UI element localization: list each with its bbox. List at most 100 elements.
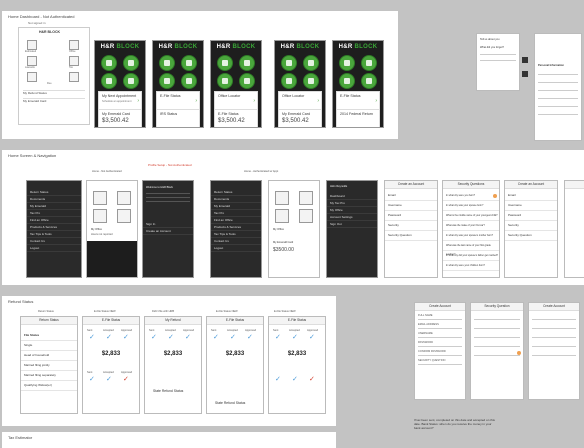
emerald-card[interactable]: My Emerald Card (273, 241, 293, 244)
account-field[interactable]: Security Question (505, 231, 557, 241)
sketch-tile[interactable] (69, 56, 79, 66)
menu-item[interactable]: Return Status (211, 189, 261, 196)
sketch-row[interactable]: My Emerald Card (23, 98, 85, 106)
dashboard-icon[interactable] (181, 73, 197, 89)
security-question[interactable]: In what city was your spouse's mother bo… (443, 231, 499, 241)
menu-item[interactable]: Products & Services (27, 224, 81, 231)
status-row[interactable]: Married filing separately (21, 371, 77, 381)
account-menu-item[interactable]: Sign Out (327, 221, 377, 228)
status-row[interactable]: Married filing jointly (21, 361, 77, 371)
menu-item[interactable]: Logout (27, 245, 81, 252)
dashboard-icon[interactable] (217, 73, 233, 89)
home-tile[interactable] (275, 191, 289, 205)
appointment-card[interactable]: My Next Appointment Schedule an appointm… (98, 91, 142, 110)
irs-card[interactable]: IRS Status (156, 109, 200, 127)
home-tile[interactable] (117, 191, 131, 205)
security-question[interactable]: What was the last name of your first gra… (443, 241, 499, 256)
office-locator-card[interactable]: Office Locator › (278, 91, 322, 110)
sketch-tile[interactable] (27, 72, 37, 82)
home-tile[interactable] (93, 209, 107, 223)
office-card[interactable]: My Office (273, 228, 284, 231)
menu-item[interactable]: Logout (211, 245, 261, 252)
account-field[interactable]: Security (505, 221, 557, 231)
efile-card[interactable]: E-File Status › (336, 91, 380, 110)
menu-item[interactable]: Tax Pro (27, 210, 81, 217)
account-field[interactable]: Username (385, 201, 437, 211)
security-question[interactable]: What was the make of your first car? (443, 221, 499, 231)
home-tile[interactable] (93, 191, 107, 205)
dashboard-icon[interactable] (303, 73, 319, 89)
dashboard-icon[interactable] (303, 55, 319, 71)
home-tile[interactable] (117, 209, 131, 223)
create-account-link[interactable]: Create an Account (143, 228, 193, 235)
sketch-tile[interactable] (27, 56, 37, 66)
dashboard-icon[interactable] (281, 73, 297, 89)
menu-item[interactable]: Tax Tips & Tools (211, 231, 261, 238)
account-field[interactable]: Email (385, 191, 437, 201)
status-row[interactable]: Single (21, 341, 77, 351)
menu-item[interactable]: Documents (27, 196, 81, 203)
status-row[interactable]: Head of household (21, 351, 77, 361)
menu-item[interactable]: Tax Pro (211, 210, 261, 217)
account-field[interactable]: Security Question (385, 231, 437, 241)
check-icon: ✓ (230, 334, 236, 341)
sketch-tile[interactable] (69, 40, 79, 50)
menu-item[interactable]: Contact Us (27, 238, 81, 245)
menu-item[interactable]: Find an Office (27, 217, 81, 224)
security-question[interactable]: In what city were you born? (443, 191, 499, 201)
dashboard-icon[interactable] (181, 55, 197, 71)
account-field[interactable]: Email (505, 191, 557, 201)
home-tile[interactable] (299, 191, 313, 205)
state-refund-status[interactable]: State Refund Status (153, 389, 183, 393)
state-refund-status[interactable]: State Refund Status (215, 401, 245, 405)
security-question[interactable]: What is the middle name of your youngest… (443, 211, 499, 221)
dashboard-icon[interactable] (123, 73, 139, 89)
dashboard-icon[interactable] (239, 55, 255, 71)
account-field[interactable]: Password (385, 211, 437, 221)
dashboard-icon[interactable] (361, 55, 377, 71)
account-menu-item[interactable]: Account Settings (327, 214, 377, 221)
account-field[interactable]: Password (505, 211, 557, 221)
dashboard-icon[interactable] (239, 73, 255, 89)
menu-item[interactable]: Products & Services (211, 224, 261, 231)
menu-item[interactable]: My Emerald (27, 203, 81, 210)
menu-item[interactable]: Documents (211, 196, 261, 203)
dashboard-icon[interactable] (339, 73, 355, 89)
office-locator-card[interactable]: Office Locator › (214, 91, 258, 110)
status-row[interactable]: Qualifying Widow(er) (21, 381, 77, 391)
security-question[interactable]: In what city was your spouse born? (443, 201, 499, 211)
menu-item[interactable]: Return Status (27, 189, 81, 196)
home-tile[interactable] (299, 209, 313, 223)
menu-item[interactable]: Contact Us (211, 238, 261, 245)
menu-item[interactable]: Tax Tips & Tools (27, 231, 81, 238)
dashboard-icon[interactable] (361, 73, 377, 89)
security-question[interactable]: In what city were your children born? (443, 261, 499, 271)
home-tile[interactable] (275, 209, 289, 223)
account-menu-item[interactable]: My Tax Pro (327, 200, 377, 207)
account-field[interactable]: Security (385, 221, 437, 231)
sketch-tile[interactable] (27, 40, 37, 50)
sign-in-link[interactable]: Sign In (143, 221, 193, 228)
dashboard-icon[interactable] (123, 55, 139, 71)
efile-card[interactable]: E-File Status $3,500.42 (214, 109, 258, 127)
dashboard-icon[interactable] (159, 55, 175, 71)
account-menu-item[interactable]: My Office (327, 207, 377, 214)
efile-card[interactable]: E-File Status › (156, 91, 200, 110)
emerald-card[interactable]: My Emerald Card $3,500.42 (278, 109, 322, 127)
dashboard-icon[interactable] (217, 55, 233, 71)
federal-return-card[interactable]: 2014 Federal Return (336, 109, 380, 127)
dashboard-icon[interactable] (281, 55, 297, 71)
office-card[interactable]: My Office (91, 228, 102, 231)
dashboard-icon[interactable] (101, 73, 117, 89)
menu-item[interactable]: My Emerald (211, 203, 261, 210)
account-menu-item[interactable]: Dashboard (327, 193, 377, 200)
menu-item[interactable]: Find an Office (211, 217, 261, 224)
dashboard-icon[interactable] (101, 55, 117, 71)
account-field[interactable]: Username (505, 201, 557, 211)
emerald-card[interactable]: My Emerald Card $3,500.42 (98, 109, 142, 127)
sketch-tile[interactable] (69, 72, 79, 82)
sketch-row[interactable]: My Refund Status (23, 90, 85, 98)
dashboard-icon[interactable] (159, 73, 175, 89)
dashboard-icon[interactable] (339, 55, 355, 71)
security-question[interactable]: In what city did your spouse's father ge… (443, 251, 499, 261)
